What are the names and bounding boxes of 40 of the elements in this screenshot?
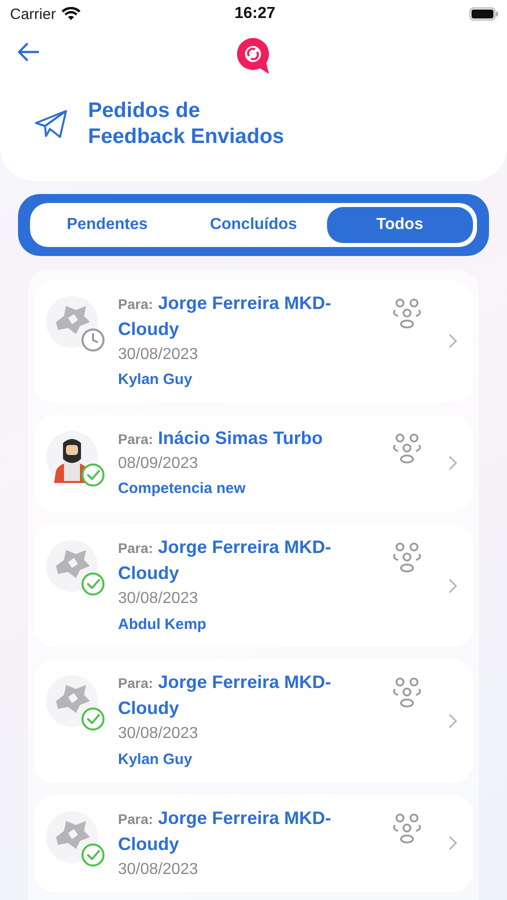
request-card[interactable]: Para: Jorge Ferreira MKD-Cloudy 30/08/2023 xyxy=(34,794,473,892)
request-date: 30/08/2023 xyxy=(118,724,200,744)
request-card[interactable]: Para: Inácio Simas Turbo 08/09/2023 Competencia new xyxy=(34,414,473,512)
filter-tab[interactable]: Pendentes xyxy=(34,206,180,242)
back-arrow-icon[interactable] xyxy=(16,42,40,62)
request-date: 30/08/2023 xyxy=(118,589,200,610)
group-icon xyxy=(390,812,424,845)
clock-time: 16:27 xyxy=(233,5,276,23)
chevron-right-icon[interactable] xyxy=(449,334,457,348)
request-date: 08/09/2023 xyxy=(118,454,200,474)
wifi-icon xyxy=(60,7,81,21)
recipient-name: Para: Jorge Ferreira MKD-Cloudy xyxy=(118,292,332,341)
paper-plane-icon xyxy=(34,109,68,140)
request-date: 30/08/2023 xyxy=(118,860,200,880)
chevron-right-icon[interactable] xyxy=(449,578,457,593)
recipient-name: Para: Jorge Ferreira MKD-Cloudy xyxy=(118,671,332,720)
group-icon xyxy=(390,298,424,330)
carrier-label: Carrier xyxy=(10,6,56,22)
subject-name: Kylan Guy xyxy=(118,370,194,390)
chevron-right-icon[interactable] xyxy=(449,456,457,470)
group-icon xyxy=(390,677,424,710)
filter-tab[interactable]: Concluídos xyxy=(180,206,327,242)
recipient-name: Para: Jorge Ferreira MKD-Cloudy xyxy=(118,536,332,586)
request-card[interactable]: Para: Jorge Ferreira MKD-Cloudy 30/08/2023 Kylan Guy xyxy=(34,280,473,403)
page-title: Pedidos de Feedback Enviados xyxy=(88,98,286,150)
battery-icon xyxy=(469,7,499,21)
chevron-right-icon[interactable] xyxy=(449,714,457,728)
group-icon xyxy=(390,432,424,465)
subject-name: Abdul Kemp xyxy=(118,614,208,635)
subject-name: Competencia new xyxy=(118,479,247,500)
group-icon xyxy=(390,542,424,574)
filter-tab[interactable]: Todos xyxy=(326,206,473,242)
recipient-name: Para: Inácio Simas Turbo xyxy=(118,426,324,450)
request-date: 30/08/2023 xyxy=(118,344,200,365)
chevron-right-icon[interactable] xyxy=(449,836,457,850)
recipient-name: Para: Jorge Ferreira MKD-Cloudy xyxy=(118,806,332,856)
request-card[interactable]: Para: Jorge Ferreira MKD-Cloudy 30/08/2023 Kylan Guy xyxy=(34,659,473,783)
request-card[interactable]: Para: Jorge Ferreira MKD-Cloudy 30/08/2023 Abdul Kemp xyxy=(34,524,473,648)
subject-name: Kylan Guy xyxy=(118,750,194,770)
logo-icon xyxy=(236,37,272,75)
